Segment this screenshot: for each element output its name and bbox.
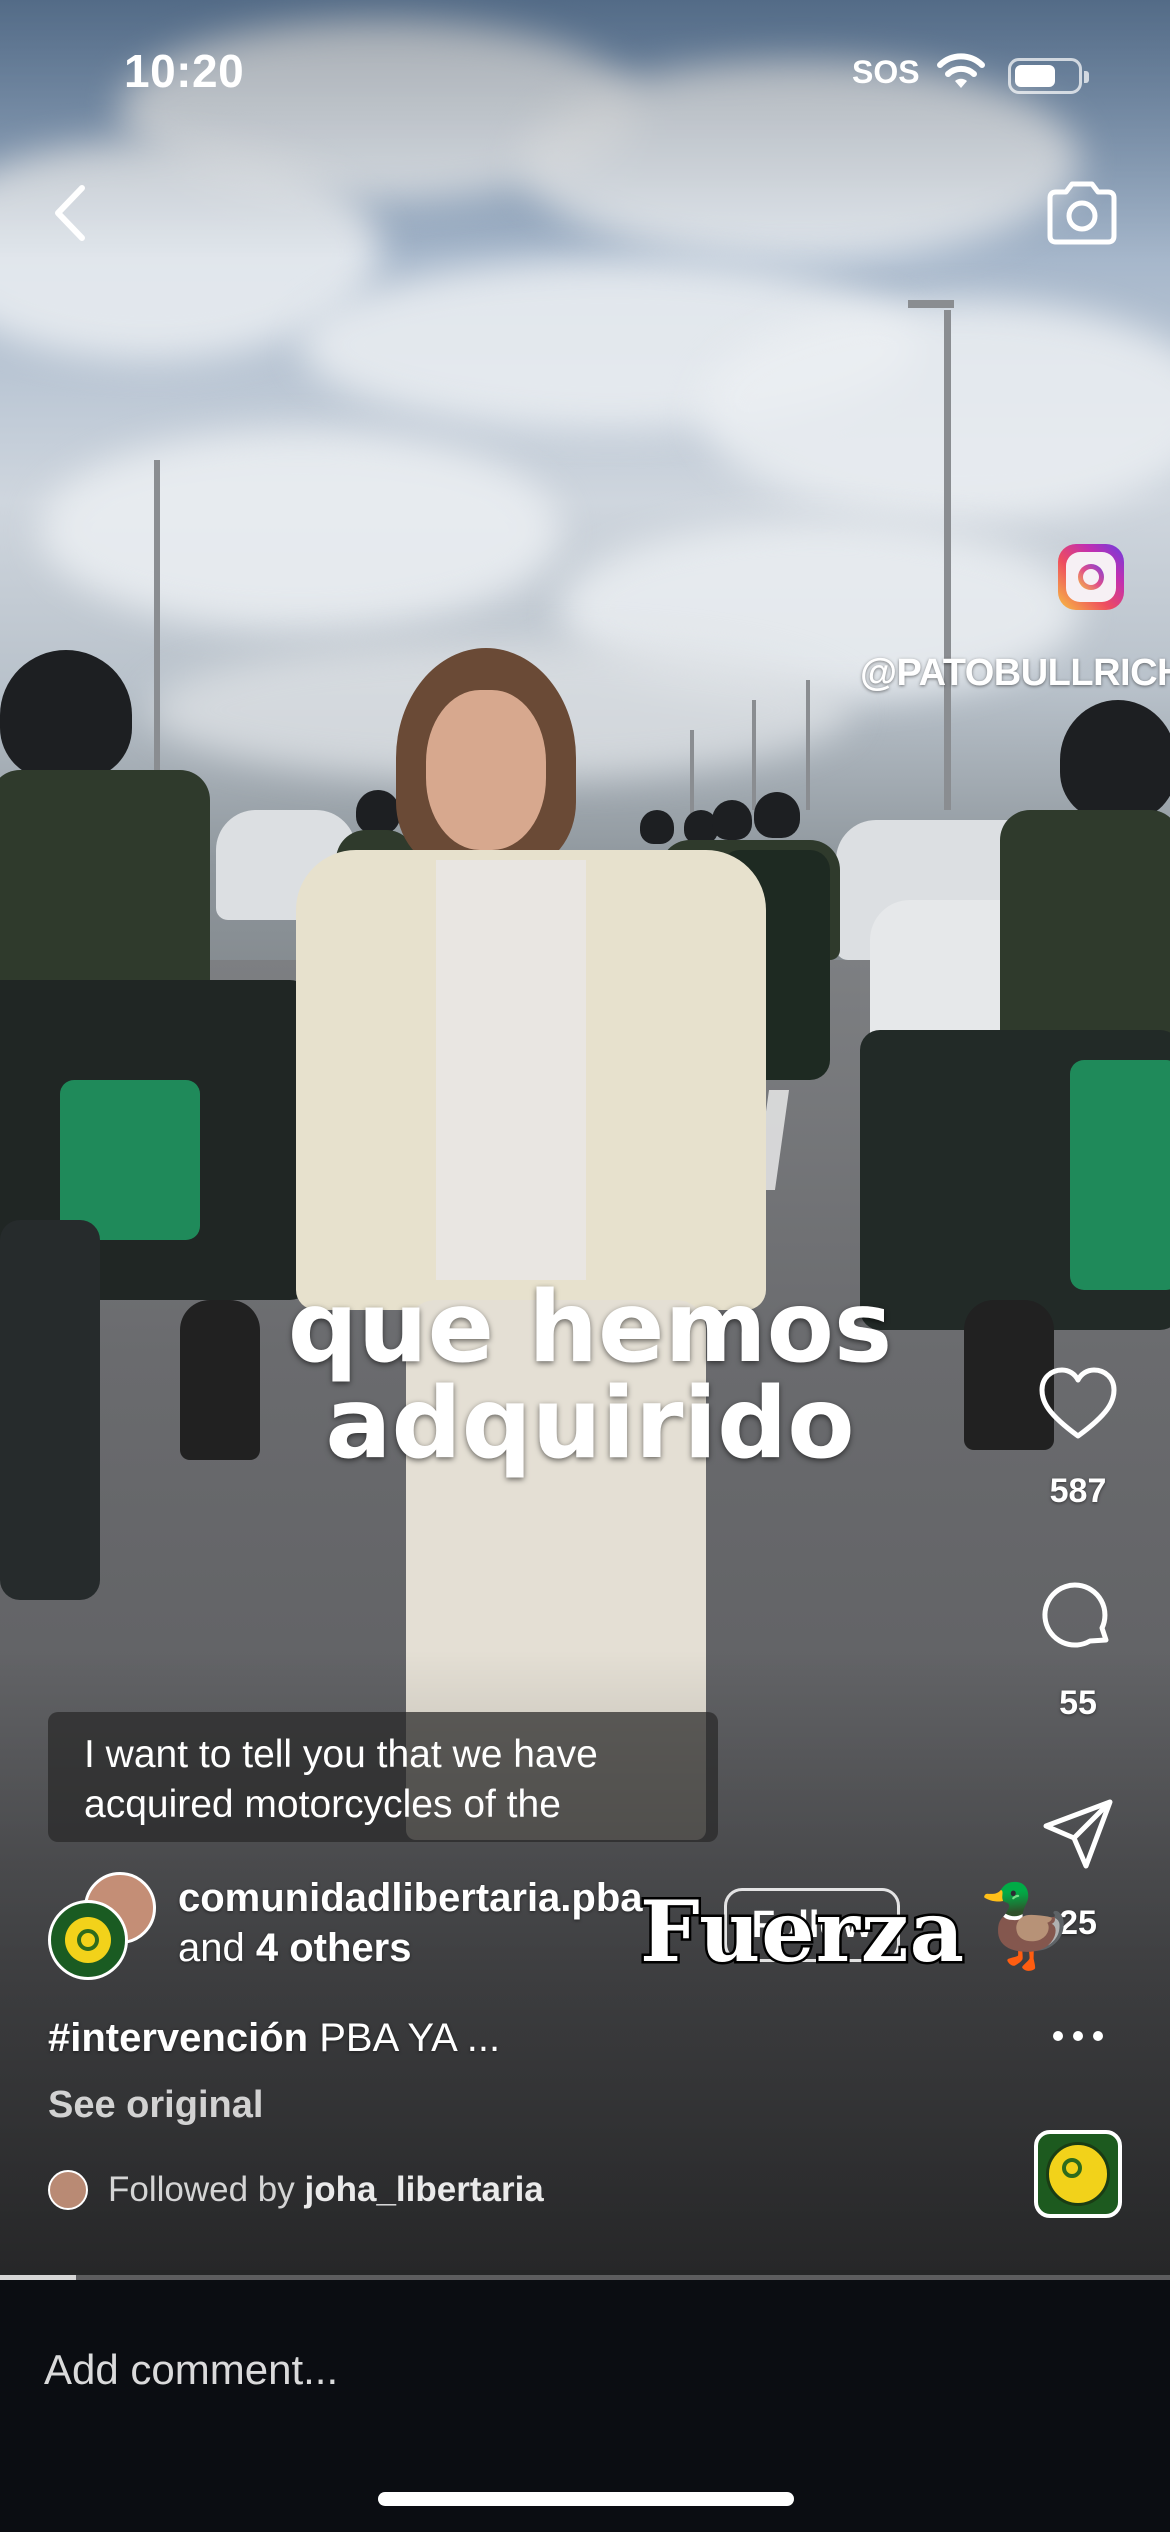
coauthors-label[interactable]: and 4 others bbox=[178, 1926, 411, 1971]
back-icon[interactable] bbox=[46, 178, 96, 253]
top-gradient bbox=[0, 0, 1170, 260]
instagram-logo-icon bbox=[1058, 544, 1124, 610]
followed-by-label[interactable]: Followed by joha_libertaria bbox=[108, 2170, 544, 2210]
comment-bar: Add comment... bbox=[0, 2280, 1170, 2532]
status-sos: SOS bbox=[852, 54, 920, 90]
audio-thumbnail[interactable] bbox=[1034, 2130, 1122, 2218]
translation-text: I want to tell you that we have acquired… bbox=[84, 1733, 598, 1826]
author-avatar[interactable] bbox=[48, 1900, 128, 1980]
video-watermark-handle: @PATOBULLRICH bbox=[860, 652, 1170, 694]
reel-screen: 10:20 SOS @PATOBULLRICH que hemos adquir… bbox=[0, 0, 1170, 2532]
caption-hashtag[interactable]: #intervención bbox=[48, 2016, 308, 2060]
followed-by-user: joha_libertaria bbox=[304, 2170, 544, 2209]
video-overlay-word: Fuerza bbox=[637, 1880, 966, 1984]
comment-count: 55 bbox=[1059, 1684, 1097, 1722]
home-indicator[interactable] bbox=[378, 2492, 794, 2506]
duck-emoji-icon: 🦆 bbox=[976, 1881, 1076, 1970]
more-icon[interactable] bbox=[1050, 2024, 1106, 2053]
camera-icon[interactable] bbox=[1044, 178, 1120, 253]
like-count: 587 bbox=[1049, 1472, 1107, 1510]
add-comment-input[interactable]: Add comment... bbox=[44, 2346, 338, 2394]
video-caption: que hemos adquirido bbox=[287, 1271, 893, 1481]
translation-box: I want to tell you that we have acquired… bbox=[48, 1712, 718, 1842]
battery-icon bbox=[1008, 58, 1089, 94]
followed-by-prefix: Followed by bbox=[108, 2170, 295, 2209]
caption-text: PBA YA ... bbox=[319, 2016, 501, 2060]
see-original-link[interactable]: See original bbox=[48, 2084, 263, 2127]
coauthors-prefix: and bbox=[178, 1926, 245, 1970]
coauthors-count: 4 others bbox=[255, 1926, 412, 1970]
wifi-icon bbox=[936, 52, 986, 97]
status-time: 10:20 bbox=[124, 45, 245, 97]
comment-icon[interactable] bbox=[1040, 1578, 1116, 1659]
post-caption[interactable]: #intervención PBA YA ... bbox=[48, 2016, 500, 2061]
heart-icon[interactable] bbox=[1038, 1366, 1118, 1447]
share-icon[interactable] bbox=[1040, 1796, 1116, 1877]
follower-avatar bbox=[48, 2170, 88, 2210]
author-username[interactable]: comunidadlibertaria.pba bbox=[178, 1876, 643, 1921]
